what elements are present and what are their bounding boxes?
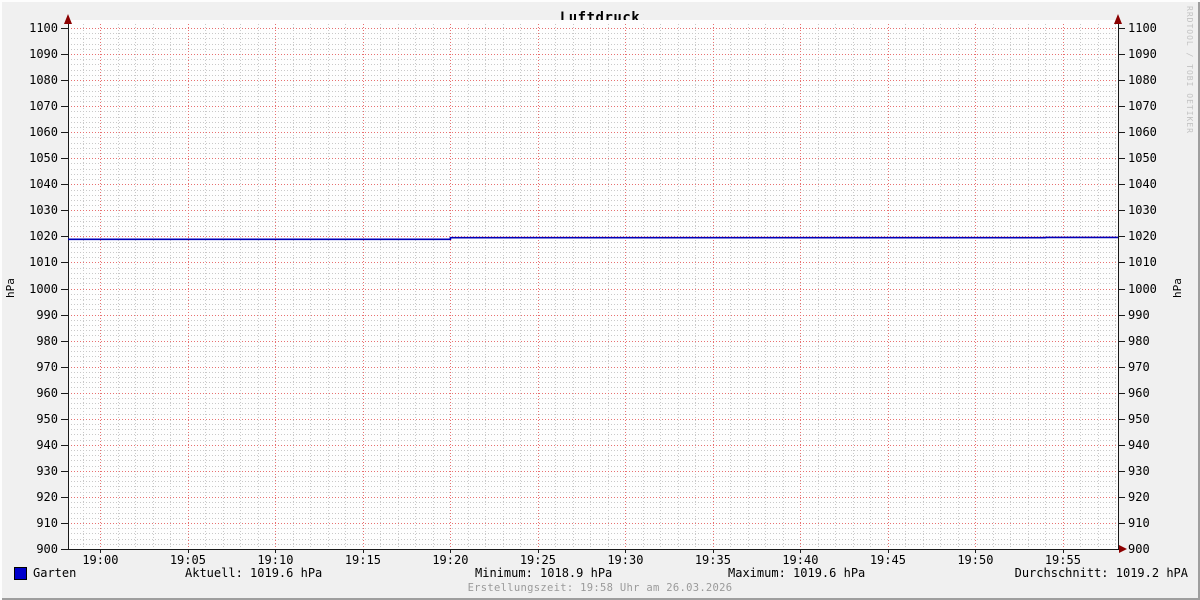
- legend-row: Garten Aktuell: 1019.6 hPa Minimum: 1018…: [0, 566, 1200, 581]
- series-color-swatch: [14, 567, 27, 580]
- plot-area: [0, 0, 1200, 600]
- stat-durchschnitt: Durchschnitt: 1019.2 hPA: [1015, 566, 1188, 580]
- creation-timestamp: Erstellungszeit: 19:58 Uhr am 26.03.2026: [0, 582, 1200, 594]
- stat-maximum: Maximum: 1019.6 hPa: [728, 566, 865, 580]
- stat-minimum: Minimum: 1018.9 hPa: [475, 566, 612, 580]
- stat-aktuell: Aktuell: 1019.6 hPa: [185, 566, 322, 580]
- rrdtool-pressure-graph: Luftdruck RRDTOOL / TOBI OETIKER hPa hPa…: [0, 0, 1200, 600]
- series-label: Garten: [33, 566, 76, 580]
